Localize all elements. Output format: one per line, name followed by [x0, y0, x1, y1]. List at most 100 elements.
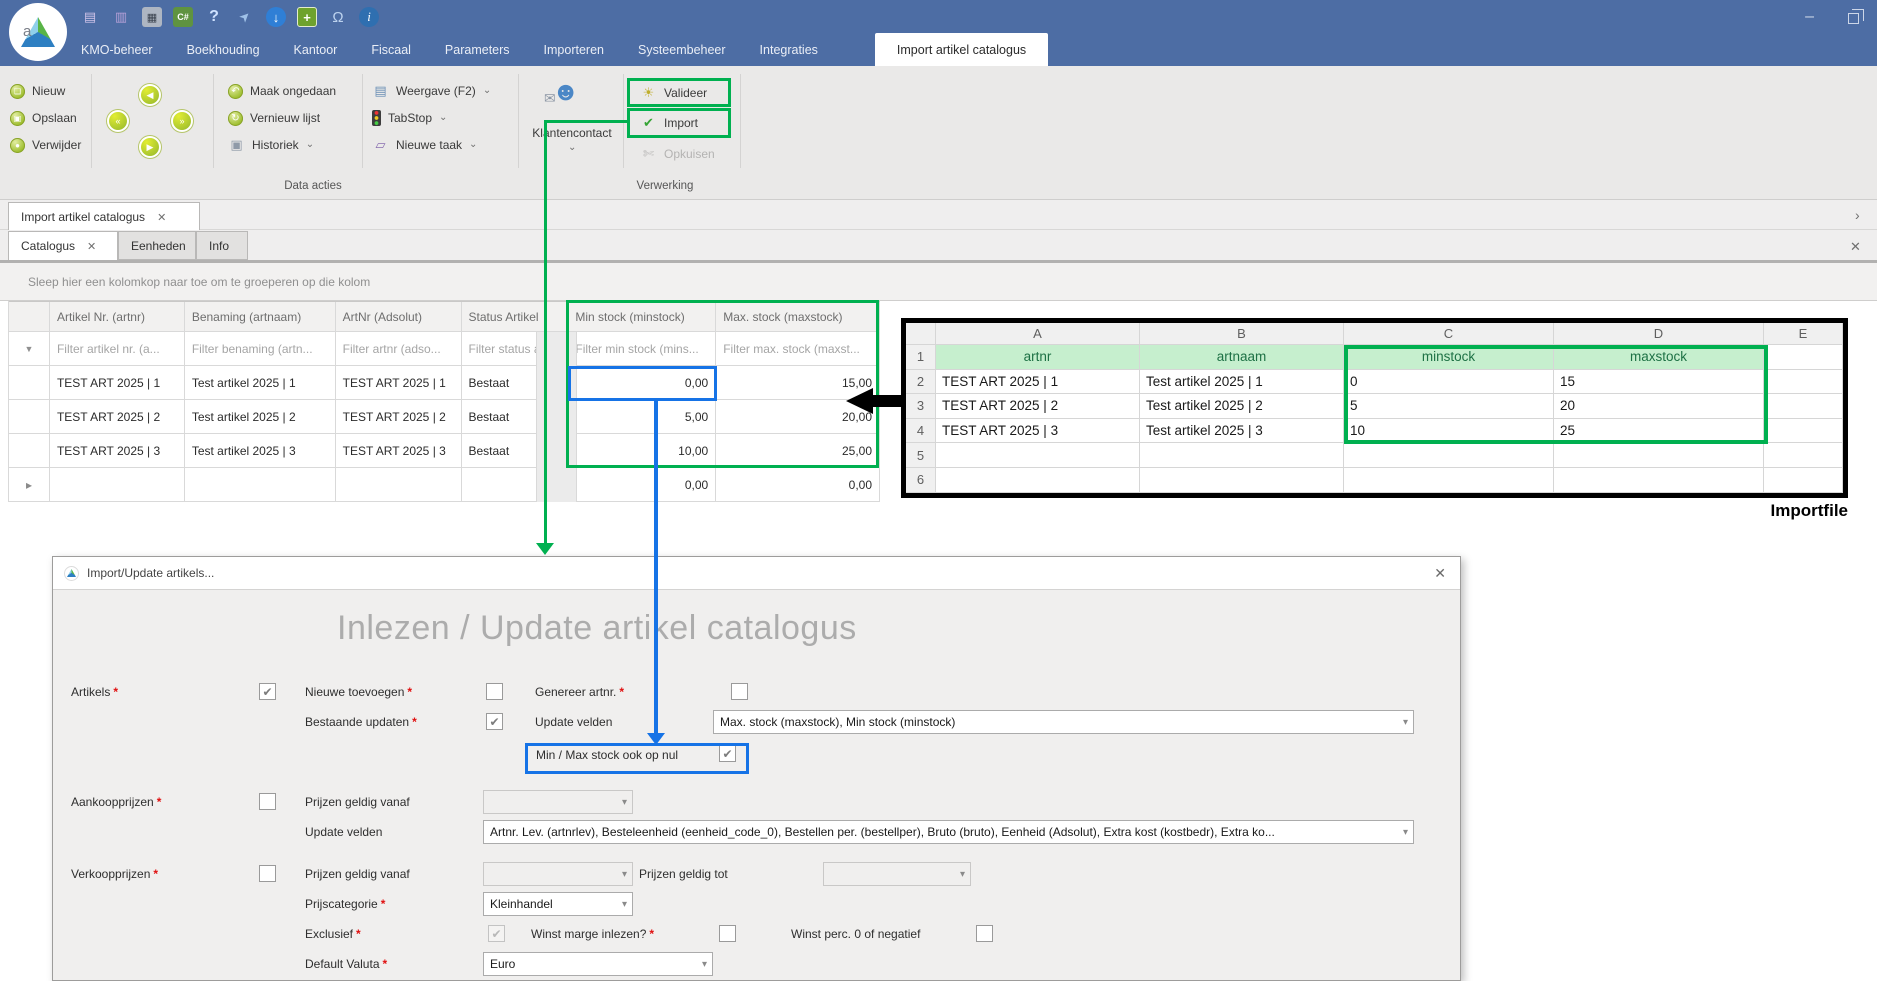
genereer-artnr-label: Genereer artnr.*: [535, 685, 624, 699]
annotation-green-arrowhead: [536, 543, 554, 555]
download-icon[interactable]: ↓: [266, 7, 286, 27]
nieuwe-toevoegen-checkbox[interactable]: ✔: [486, 683, 503, 700]
col-letter: C: [1344, 323, 1554, 345]
info-icon[interactable]: i: [359, 7, 379, 27]
cell-adsolut[interactable]: TEST ART 2025 | 2: [336, 400, 462, 433]
bestaande-updaten-checkbox[interactable]: ✔: [486, 713, 503, 730]
funnel-icon[interactable]: ▼: [25, 344, 34, 354]
save-button[interactable]: ▣Opslaan: [10, 105, 77, 131]
default-valuta-dropdown[interactable]: Euro▾: [483, 952, 713, 976]
chevron-down-icon[interactable]: ⌄: [568, 143, 576, 153]
nav-first-button[interactable]: «: [107, 110, 129, 132]
code-bubble-icon[interactable]: C#: [173, 7, 193, 27]
verkoopprijzen-checkbox[interactable]: ✔: [259, 865, 276, 882]
menu-boekhouding[interactable]: Boekhouding: [170, 33, 277, 66]
tab-eenheden[interactable]: Eenheden: [118, 231, 196, 260]
new-button[interactable]: ❏Nieuw: [10, 78, 65, 104]
dialog-title: Import/Update artikels...: [87, 566, 214, 580]
cell-artnaam[interactable]: Test artikel 2025 | 2: [185, 400, 336, 433]
prijzen-geldig-tot-dropdown[interactable]: ▾: [823, 862, 971, 886]
library-icon[interactable]: ▥: [111, 7, 131, 27]
tab-info[interactable]: Info: [196, 231, 248, 260]
cell-adsolut[interactable]: TEST ART 2025 | 1: [336, 366, 462, 399]
nieuwe-toevoegen-label: Nieuwe toevoegen*: [305, 685, 412, 699]
winst-marge-checkbox[interactable]: ✔: [719, 925, 736, 942]
dialog-close-icon[interactable]: ✕: [1434, 565, 1446, 582]
xl-cell: TEST ART 2025 | 2: [936, 394, 1140, 419]
nav-last-button[interactable]: »: [171, 110, 193, 132]
close-icon[interactable]: ✕: [87, 240, 96, 253]
genereer-artnr-checkbox[interactable]: ✔: [731, 683, 748, 700]
tab-scroll-right-icon[interactable]: ›: [1855, 207, 1860, 223]
customer-contact-button[interactable]: ☻ ✉: [552, 78, 579, 105]
view-f2-button[interactable]: ▤Weergave (F2)⌄: [372, 78, 491, 104]
close-icon[interactable]: ✕: [1850, 239, 1861, 255]
window-controls: –: [1805, 8, 1859, 26]
row-number: 4: [906, 419, 936, 444]
add-icon[interactable]: +: [297, 7, 317, 27]
delete-icon: ●: [10, 138, 25, 153]
cell-artnaam[interactable]: Test artikel 2025 | 1: [185, 366, 336, 399]
restore-button[interactable]: [1848, 13, 1859, 24]
cell-artnr[interactable]: TEST ART 2025 | 3: [50, 434, 185, 467]
header-artnaam[interactable]: Benaming (artnaam): [185, 302, 336, 331]
pin-icon[interactable]: ➤: [231, 3, 259, 31]
menu-import-artikel-catalogus[interactable]: Import artikel catalogus: [875, 33, 1048, 66]
cell-artnaam[interactable]: Test artikel 2025 | 3: [185, 434, 336, 467]
minimize-button[interactable]: –: [1805, 8, 1814, 26]
prijzen-geldig-vanaf-2-dropdown[interactable]: ▾: [483, 862, 633, 886]
new-task-button[interactable]: ▱Nieuwe taak⌄: [372, 132, 477, 158]
print-icon[interactable]: ▤: [80, 7, 100, 27]
bell-icon[interactable]: Ω: [328, 7, 348, 27]
delete-button[interactable]: ●Verwijder: [10, 132, 81, 158]
menu-parameters[interactable]: Parameters: [428, 33, 527, 66]
refresh-list-button[interactable]: ↻Vernieuw lijst: [228, 105, 320, 131]
filter-adsolut[interactable]: Filter artnr (adso...: [336, 332, 462, 365]
dialog-logo-icon: [64, 566, 79, 581]
xl-cell: Test artikel 2025 | 3: [1140, 419, 1344, 444]
filter-artnr[interactable]: Filter artikel nr. (a...: [50, 332, 185, 365]
menu-kmo-beheer[interactable]: KMO-beheer: [64, 33, 170, 66]
menu-systeembeheer[interactable]: Systeembeheer: [621, 33, 743, 66]
aankoopprijzen-checkbox[interactable]: ✔: [259, 793, 276, 810]
winst-marge-label: Winst marge inlezen?*: [531, 927, 654, 941]
cell-minstock[interactable]: 0,00: [568, 468, 716, 501]
nav-next-button[interactable]: ▶: [139, 136, 161, 158]
cleanup-icon: ✄: [640, 146, 657, 162]
history-button[interactable]: ▣Historiek⌄: [228, 132, 314, 158]
undo-button[interactable]: ↶Maak ongedaan: [228, 78, 336, 104]
close-icon[interactable]: ✕: [157, 211, 166, 224]
prijzen-geldig-vanaf-dropdown[interactable]: ▾: [483, 790, 633, 814]
tabstop-button[interactable]: TabStop⌄: [372, 105, 447, 131]
update-velden-dropdown[interactable]: Max. stock (maxstock), Min stock (minsto…: [713, 710, 1414, 734]
cell-artnr[interactable]: TEST ART 2025 | 1: [50, 366, 185, 399]
dropdown-arrow-icon: ▾: [1403, 717, 1408, 728]
nav-prev-button[interactable]: ◀: [139, 84, 161, 106]
cell-adsolut[interactable]: TEST ART 2025 | 3: [336, 434, 462, 467]
help-icon[interactable]: ?: [204, 7, 224, 27]
artikels-checkbox[interactable]: ✔: [259, 683, 276, 700]
menu-integraties[interactable]: Integraties: [743, 33, 835, 66]
calculator-icon[interactable]: ▦: [142, 7, 162, 27]
cell-artnr[interactable]: TEST ART 2025 | 2: [50, 400, 185, 433]
nav-prev-icon: ◀: [147, 90, 154, 101]
update-velden-aankoop-dropdown[interactable]: Artnr. Lev. (artnrlev), Besteleenheid (e…: [483, 820, 1414, 844]
header-status[interactable]: Status Artikel: [462, 302, 569, 331]
annotation-black-arrowhead: [846, 388, 873, 414]
tab-catalogus[interactable]: Catalogus ✕: [8, 231, 118, 260]
header-artnr[interactable]: Artikel Nr. (artnr): [50, 302, 185, 331]
menu-importeren[interactable]: Importeren: [527, 33, 621, 66]
menu-kantoor[interactable]: Kantoor: [277, 33, 355, 66]
winst-perc-checkbox[interactable]: ✔: [976, 925, 993, 942]
annotation-black-arrow-shaft: [872, 395, 902, 407]
group-by-panel[interactable]: Sleep hier een kolomkop naar toe om te g…: [0, 263, 1877, 301]
header-adsolut[interactable]: ArtNr (Adsolut): [336, 302, 462, 331]
dialog-titlebar[interactable]: Import/Update artikels...: [53, 557, 1460, 590]
menu-fiscaal[interactable]: Fiscaal: [354, 33, 428, 66]
save-icon: ▣: [10, 111, 25, 126]
prijscategorie-dropdown[interactable]: Kleinhandel▾: [483, 892, 633, 916]
new-task-icon: ▱: [372, 137, 389, 153]
cell-maxstock[interactable]: 0,00: [716, 468, 880, 501]
filter-artnaam[interactable]: Filter benaming (artn...: [185, 332, 336, 365]
tab-import-artikel-catalogus[interactable]: Import artikel catalogus ✕: [8, 202, 200, 231]
